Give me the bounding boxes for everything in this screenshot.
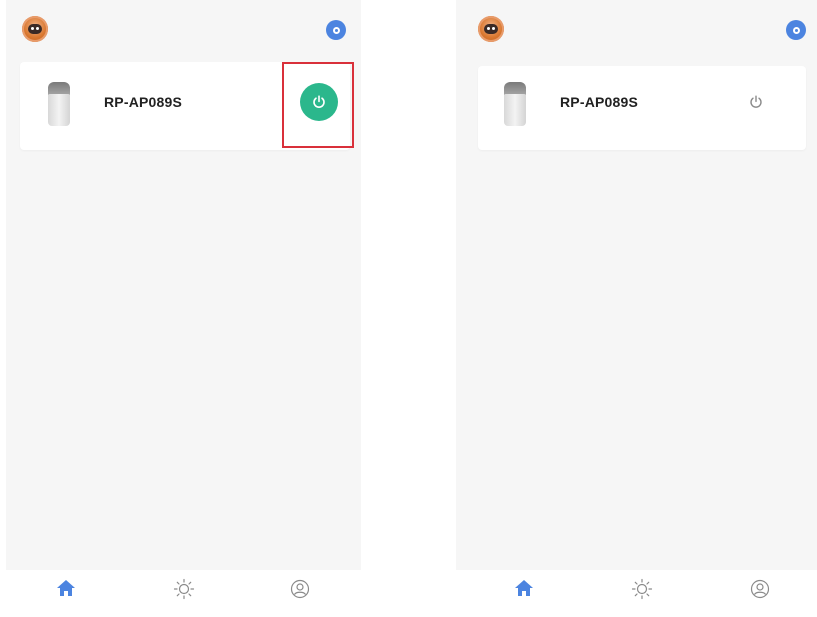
avatar[interactable] — [22, 16, 48, 42]
avatar[interactable] — [478, 16, 504, 42]
device-name: RP-AP089S — [104, 94, 183, 110]
device-card[interactable]: RP-AP089S — [478, 66, 806, 150]
tab-scene[interactable] — [612, 578, 672, 616]
power-button[interactable] — [300, 83, 338, 121]
air-purifier-icon — [504, 82, 526, 126]
sun-icon — [173, 578, 195, 600]
power-icon — [313, 95, 325, 108]
device-name: RP-AP089S — [560, 94, 639, 110]
power-icon — [750, 95, 762, 108]
add-device-button[interactable] — [326, 20, 346, 40]
tab-me[interactable] — [730, 578, 790, 616]
phone-screen-left: RP-AP089S — [6, 0, 361, 617]
tab-home[interactable] — [36, 578, 96, 616]
avatar-face-icon — [28, 24, 42, 34]
avatar-face-icon — [484, 24, 498, 34]
tab-me[interactable] — [270, 578, 330, 616]
home-icon — [515, 580, 533, 596]
phone-screen-right: RP-AP089S — [456, 0, 817, 617]
sun-icon — [631, 578, 653, 600]
add-device-button[interactable] — [786, 20, 806, 40]
tab-home[interactable] — [494, 578, 554, 616]
home-icon — [57, 580, 75, 596]
power-button[interactable] — [740, 86, 772, 118]
device-card[interactable]: RP-AP089S — [20, 62, 354, 150]
user-icon — [750, 579, 770, 599]
air-purifier-icon — [48, 82, 70, 126]
bottom-tab-bar — [456, 570, 817, 617]
tab-scene[interactable] — [154, 578, 214, 616]
user-icon — [290, 579, 310, 599]
bottom-tab-bar — [6, 570, 361, 617]
